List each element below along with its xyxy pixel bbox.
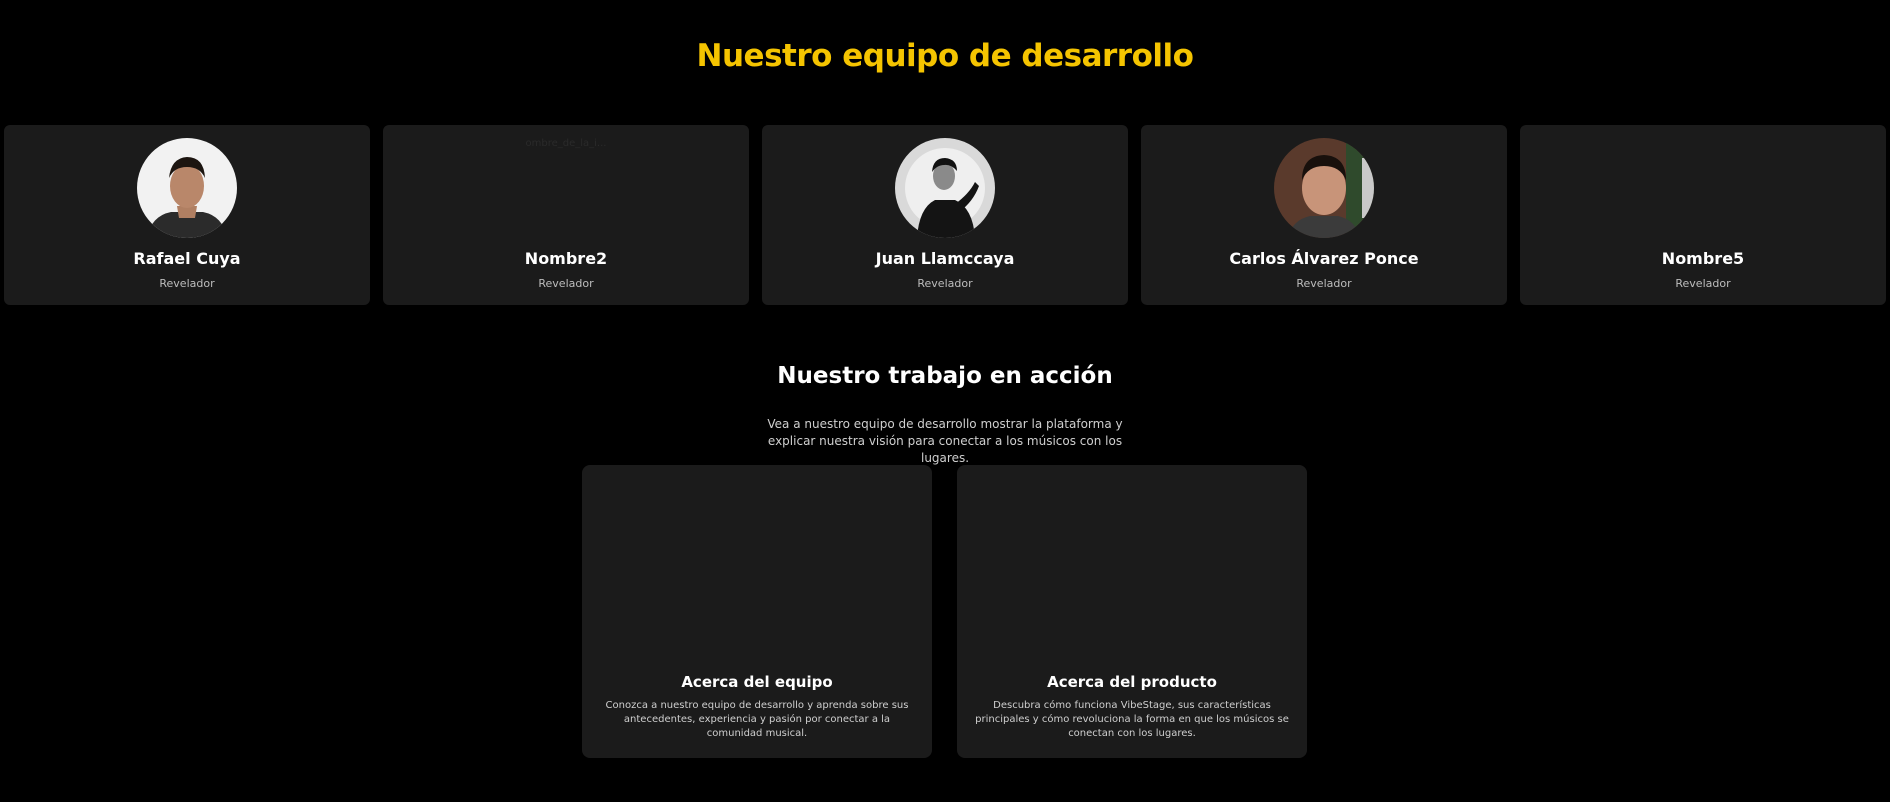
member-card-carlos-alvarez-ponce: Carlos Álvarez Ponce Revelador (1141, 125, 1507, 305)
team-section-title: Nuestro equipo de desarrollo (696, 38, 1194, 74)
member-role: Revelador (1296, 277, 1352, 290)
member-card-nombre2: ombre_de_la_i... Nombre2 Revelador (383, 125, 749, 305)
video-card-about-product[interactable]: Acerca del producto Descubra cómo funcio… (957, 465, 1307, 758)
work-section-subtitle: Vea a nuestro equipo de desarrollo mostr… (767, 417, 1123, 465)
video-card-description: Descubra cómo funciona VibeStage, sus ca… (975, 700, 1289, 739)
member-name: Nombre2 (524, 249, 608, 268)
broken-avatar-alt-text: ombre_de_la_i... (525, 138, 607, 149)
member-avatar-photo (137, 138, 237, 238)
member-role: Revelador (1675, 277, 1731, 290)
member-name: Carlos Álvarez Ponce (1229, 249, 1419, 268)
video-card-about-team[interactable]: Acerca del equipo Conozca a nuestro equi… (582, 465, 932, 758)
member-avatar-photo (1274, 138, 1374, 238)
work-section-title: Nuestro trabajo en acción (777, 363, 1113, 389)
video-card-description: Conozca a nuestro equipo de desarrollo y… (605, 700, 909, 739)
member-name: Juan Llamccaya (875, 249, 1015, 268)
team-members-row: Rafael Cuya Revelador ombre_de_la_i... N… (4, 125, 1886, 305)
member-card-rafael-cuya: Rafael Cuya Revelador (4, 125, 370, 305)
member-role: Revelador (538, 277, 594, 290)
member-role: Revelador (917, 277, 973, 290)
member-role: Revelador (159, 277, 215, 290)
member-card-nombre5: Nombre5 Revelador (1520, 125, 1886, 305)
member-name: Nombre5 (1661, 249, 1745, 268)
member-name: Rafael Cuya (133, 249, 241, 268)
member-avatar-photo (895, 138, 995, 238)
member-card-juan-llamccaya: Juan Llamccaya Revelador (762, 125, 1128, 305)
video-card-title: Acerca del equipo (681, 673, 833, 691)
video-card-title: Acerca del producto (1047, 673, 1217, 691)
